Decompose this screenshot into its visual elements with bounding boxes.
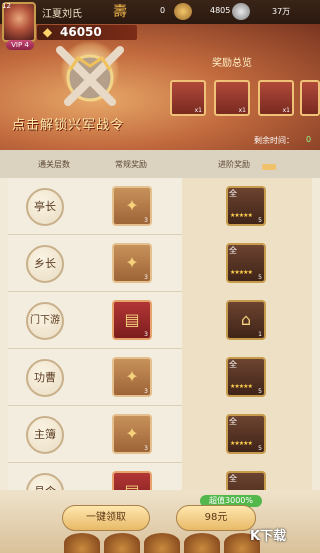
table-row: 功曹 ✦ 3 全 ★★★★★ 5 <box>8 349 312 406</box>
player-name: 江夏刘氏 <box>42 9 82 20</box>
advanced-badge-icon <box>262 164 276 170</box>
advanced-reward-item[interactable]: 全★★★★★5 <box>226 243 266 283</box>
level-label: 门下游 <box>26 302 64 340</box>
normal-reward-item[interactable]: ✦ 3 <box>112 186 152 226</box>
resource-1-value: 0 <box>160 6 166 15</box>
normal-reward-item[interactable]: ▤3 <box>112 471 152 490</box>
crossed-swords-emblem-icon[interactable] <box>50 40 130 115</box>
advanced-reward-item[interactable]: 全★★★★★5 <box>226 186 266 226</box>
level-label: 功曹 <box>26 359 64 397</box>
remaining-time-label: 剩余时间： <box>254 136 294 145</box>
silver-icon[interactable] <box>232 3 250 20</box>
normal-reward-item[interactable]: ✦ 3 <box>112 357 152 397</box>
advanced-reward-item[interactable]: 全★★★★★5 <box>226 471 266 490</box>
header-normal-reward: 常规奖励 <box>115 160 147 169</box>
remaining-time-value: 0 <box>306 135 312 144</box>
normal-reward-item[interactable]: ✦ 3 <box>112 243 152 283</box>
preview-reward-item[interactable]: x1 <box>214 80 250 116</box>
level-label: 乡长 <box>26 245 64 283</box>
advanced-reward-item[interactable]: 全★★★★★5 <box>226 414 266 454</box>
table-row: 县令 ▤3 全★★★★★5 <box>8 463 312 490</box>
level-label: 亭长 <box>26 188 64 226</box>
purchase-button[interactable]: 98元 <box>176 505 256 531</box>
header-level: 通关层数 <box>38 160 70 169</box>
unlock-war-order-text[interactable]: 点击解锁兴军战令 <box>12 114 124 133</box>
level-label: 主簿 <box>26 416 64 454</box>
normal-reward-item[interactable]: ▤3 <box>112 300 152 340</box>
vip-badge[interactable]: VIP 4 <box>6 40 34 50</box>
normal-reward-item[interactable]: ✦ 3 <box>112 414 152 454</box>
claim-all-button[interactable]: 一键领取 <box>62 505 150 531</box>
nav-icon[interactable] <box>64 533 100 553</box>
reward-preview-title: 奖励总览 <box>212 58 252 69</box>
nav-icon[interactable] <box>104 533 140 553</box>
resource-2-value: 4805 <box>210 6 231 15</box>
advanced-reward-item[interactable]: 全★★★★★5 <box>226 357 266 397</box>
preview-reward-item[interactable] <box>300 80 320 116</box>
resource-3-value: 37万 <box>272 7 291 16</box>
advanced-reward-item[interactable]: ⌂ 1 <box>226 300 266 340</box>
reward-table: 亭长 ✦ 3 全 ★★★★★ 5 乡长 ✦ 3 全 ★★★★★ 5 门下游 ▤ 3 ⌂ 1 功曹… <box>8 178 312 490</box>
table-row: 亭长 ✦ 3 全 ★★★★★ 5 <box>8 178 312 235</box>
table-row: 主簿 ✦ 3 全 ★★★★★ 5 <box>8 406 312 463</box>
player-level: 12 <box>2 2 11 10</box>
preview-reward-item[interactable]: x1 <box>258 80 294 116</box>
watermark-text: K下载 <box>250 529 287 544</box>
ingot-icon: ◆ <box>42 25 53 39</box>
table-row: 乡长 ✦ 3 全 ★★★★★ 5 <box>8 235 312 292</box>
nav-icon[interactable] <box>184 533 220 553</box>
ingot-icon[interactable] <box>174 3 192 20</box>
header-advanced-reward: 进阶奖励 <box>218 160 250 169</box>
preview-reward-item[interactable]: x1 <box>170 80 206 116</box>
unlock-price: 46050 <box>60 25 102 39</box>
nav-icon[interactable] <box>144 533 180 553</box>
rank-emblem-icon: 壽 <box>113 4 127 20</box>
table-row: 门下游 ▤ 3 ⌂ 1 <box>8 292 312 349</box>
